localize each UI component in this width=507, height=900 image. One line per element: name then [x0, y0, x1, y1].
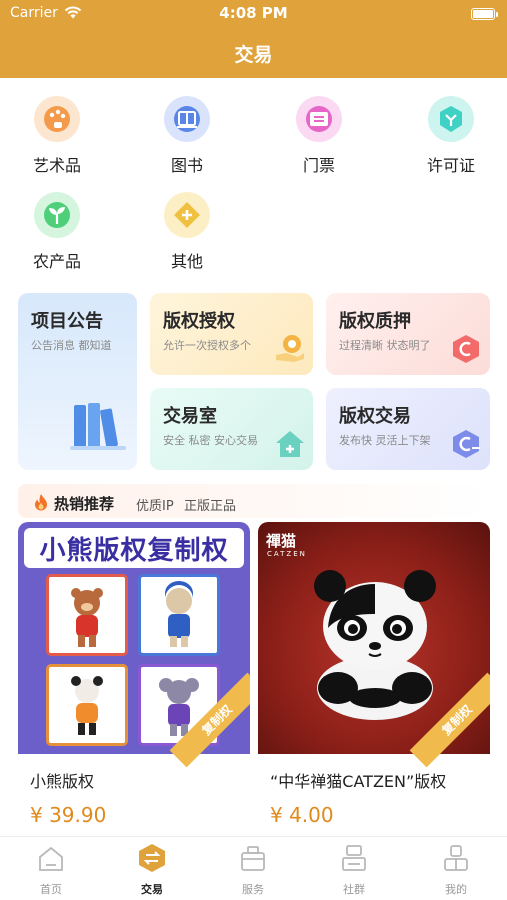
tab-service[interactable]: 服务	[213, 843, 293, 897]
product-name: 小熊版权	[30, 772, 95, 791]
copyright-license-card[interactable]: 版权授权 允许一次授权多个	[150, 293, 313, 375]
hot-tag: 优质IP	[136, 499, 174, 514]
tab-label: 交易	[141, 883, 163, 896]
category-label: 门票	[302, 156, 335, 175]
category-agriculture[interactable]: 农产品	[12, 192, 102, 272]
category-license[interactable]: 许可证	[406, 96, 496, 176]
tab-label: 服务	[242, 883, 264, 896]
books-icon	[70, 403, 126, 450]
tab-community[interactable]: 社群	[314, 843, 394, 897]
app-header: Carrier 4:08 PM 交易	[0, 0, 507, 78]
hot-header: 热销推荐 优质IP 正版正品	[18, 484, 490, 518]
tab-home[interactable]: 首页	[11, 843, 91, 897]
house-icon	[276, 431, 304, 457]
card-subtitle: 过程清晰 状态明了	[339, 339, 431, 352]
panda-figure	[314, 570, 436, 720]
card-subtitle: 安全 私密 安心交易	[163, 434, 258, 447]
service-icon	[241, 846, 265, 871]
category-label: 其他	[170, 252, 203, 271]
tab-label: 社群	[343, 883, 365, 896]
coin-hand-icon	[276, 335, 304, 362]
tab-trade[interactable]: 交易	[112, 843, 192, 897]
status-time: 4:08 PM	[219, 4, 288, 22]
category-grid: 艺术品 图书 门票 许可证 农产品 其他	[0, 78, 507, 283]
brand-logo-sub: CATZEN	[267, 550, 307, 558]
trade-icon	[453, 430, 480, 458]
category-tickets[interactable]: 门票	[274, 96, 364, 176]
home-icon	[39, 846, 63, 871]
battery-icon	[471, 8, 498, 20]
card-title: 版权授权	[163, 311, 235, 332]
flame-icon	[35, 494, 47, 511]
category-label: 艺术品	[32, 156, 81, 175]
bear-figure-red	[46, 574, 128, 656]
tab-label: 首页	[40, 883, 62, 896]
product-price: ¥ 4.00	[270, 803, 334, 827]
category-books[interactable]: 图书	[142, 96, 232, 176]
ticket-icon	[296, 96, 342, 142]
tab-profile[interactable]: 我的	[416, 843, 496, 897]
category-artwork[interactable]: 艺术品	[12, 96, 102, 176]
category-label: 农产品	[32, 252, 81, 271]
bear-figure-blue	[138, 574, 220, 656]
tab-bar: 首页 交易 服务 社群 我的	[0, 836, 507, 900]
status-bar: Carrier 4:08 PM	[0, 0, 507, 28]
page-title: 交易	[234, 44, 273, 66]
category-other[interactable]: 其他	[142, 192, 232, 272]
license-icon	[428, 96, 474, 142]
category-label: 图书	[170, 156, 203, 175]
card-title: 版权交易	[339, 406, 411, 427]
book-icon	[164, 96, 210, 142]
trading-room-card[interactable]: 交易室 安全 私密 安心交易	[150, 388, 313, 470]
product-card-bear[interactable]: 小熊版权复制权 复制权 小熊版权 ¥ 39.90	[18, 522, 250, 827]
project-announcement-card[interactable]: 项目公告 公告消息 都知道	[18, 293, 137, 470]
product-name: “中华禅猫CATZEN”版权	[270, 772, 447, 791]
product-banner: 小熊版权复制权	[24, 528, 244, 568]
feature-cards: 项目公告 公告消息 都知道 版权授权 允许一次授权多个 版权质押 过程清晰 状态…	[0, 283, 507, 478]
palette-icon	[34, 96, 80, 142]
card-subtitle: 发布快 灵活上下架	[339, 434, 431, 447]
sprout-icon	[34, 192, 80, 238]
category-label: 许可证	[426, 156, 475, 175]
card-subtitle: 公告消息 都知道	[31, 339, 112, 352]
plus-icon	[164, 192, 210, 238]
hot-title: 热销推荐	[54, 495, 115, 513]
product-card-panda[interactable]: 禪猫 CATZEN 复制权 “中华禅猫CATZEN”版权 ¥ 4.00	[258, 522, 490, 827]
copyright-pledge-card[interactable]: 版权质押 过程清晰 状态明了	[326, 293, 490, 375]
card-title: 版权质押	[339, 311, 411, 332]
exchange-icon	[139, 844, 165, 872]
profile-icon	[444, 845, 468, 871]
product-image: 小熊版权复制权 复制权	[18, 522, 250, 768]
card-subtitle: 允许一次授权多个	[163, 339, 251, 352]
bear-figure-orange	[46, 664, 128, 746]
community-icon	[342, 845, 366, 871]
hot-tag: 正版正品	[184, 499, 237, 514]
card-title: 项目公告	[31, 311, 103, 332]
copyright-trade-card[interactable]: 版权交易 发布快 灵活上下架	[326, 388, 490, 470]
card-title: 交易室	[163, 406, 217, 427]
pledge-icon	[453, 335, 479, 363]
product-price: ¥ 39.90	[30, 803, 107, 827]
product-image: 禪猫 CATZEN 复制权	[258, 522, 490, 768]
tab-label: 我的	[445, 883, 467, 896]
brand-logo: 禪猫	[266, 532, 297, 550]
